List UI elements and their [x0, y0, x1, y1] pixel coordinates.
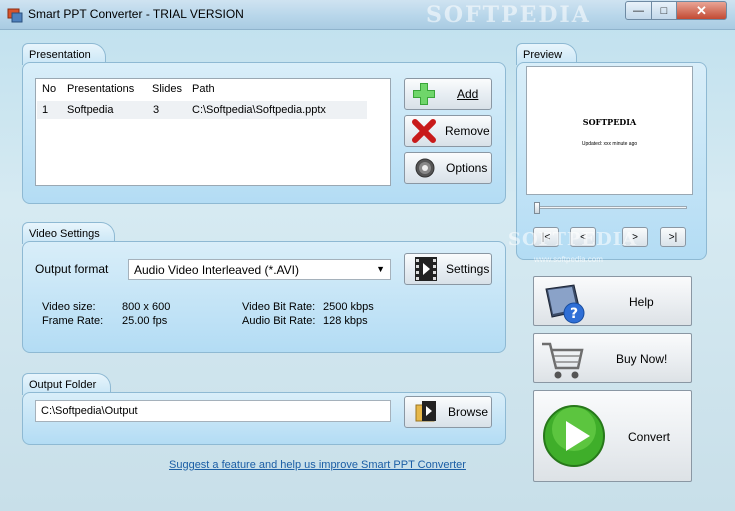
preview-watermark: SOFTPEDIA	[508, 229, 638, 250]
presentation-list[interactable]: No Presentations Slides Path 1 Softpedia…	[35, 78, 391, 186]
row-name: Softpedia	[67, 104, 114, 116]
convert-button[interactable]: Convert	[533, 390, 692, 482]
plus-icon	[413, 83, 435, 105]
options-button[interactable]: Options	[404, 152, 492, 184]
column-slides[interactable]: Slides	[152, 83, 182, 95]
browse-label: Browse	[448, 405, 489, 419]
output-format-label: Output format	[35, 262, 109, 276]
row-slides: 3	[153, 104, 160, 116]
video-size-label: Video size:	[42, 301, 96, 313]
preview-slide-title: SOFTPEDIA	[582, 117, 637, 127]
video-size-value: 800 x 600	[122, 301, 171, 313]
preview-slider-thumb[interactable]	[534, 202, 540, 214]
play-icon	[543, 405, 605, 467]
shopping-cart-icon	[542, 342, 584, 379]
output-folder-input[interactable]: C:\Softpedia\Output	[35, 400, 391, 422]
close-button[interactable]: ✕	[676, 1, 727, 20]
buy-now-label: Buy Now!	[616, 352, 668, 366]
title-watermark: SOFTPEDIA	[426, 2, 591, 28]
frame-rate-label: Frame Rate:	[42, 315, 104, 327]
maximize-button[interactable]: □	[651, 1, 677, 20]
window-title: Smart PPT Converter - TRIAL VERSION	[28, 7, 244, 21]
frame-rate-value: 25.00 fps	[122, 315, 168, 327]
help-button[interactable]: ? Help	[533, 276, 692, 326]
preview-slider[interactable]	[534, 206, 687, 209]
list-header: No Presentations Slides Path	[36, 79, 390, 99]
column-path[interactable]: Path	[192, 83, 215, 95]
add-label: Add	[457, 87, 479, 101]
suggest-feature-link[interactable]: Suggest a feature and help us improve Sm…	[169, 459, 466, 471]
help-book-icon: ?	[545, 284, 585, 324]
minimize-button[interactable]: —	[625, 1, 652, 20]
options-label: Options	[446, 161, 488, 175]
table-row[interactable]: 1 Softpedia 3 C:\Softpedia\Softpedia.ppt…	[37, 101, 367, 119]
svg-text:?: ?	[570, 306, 578, 322]
settings-button[interactable]: Settings	[404, 253, 492, 285]
output-folder-path: C:\Softpedia\Output	[41, 405, 138, 417]
folder-film-icon	[415, 401, 436, 422]
browse-button[interactable]: Browse	[404, 396, 492, 428]
audio-bitrate-value: 128 kbps	[323, 315, 368, 327]
column-presentations[interactable]: Presentations	[67, 83, 134, 95]
video-bitrate-value: 2500 kbps	[323, 301, 374, 313]
preview-watermark-url: www.softpedia.com	[534, 255, 603, 264]
slide-preview: SOFTPEDIA Updated: xxx minute ago	[526, 66, 693, 195]
gear-icon	[415, 158, 435, 178]
add-button[interactable]: Add	[404, 78, 492, 110]
dropdown-arrow-icon: ▼	[376, 264, 385, 274]
app-icon	[7, 8, 23, 23]
last-slide-button[interactable]: >|	[660, 227, 686, 247]
audio-bitrate-label: Audio Bit Rate:	[242, 315, 316, 327]
remove-label: Remove	[445, 124, 490, 138]
preview-slide-subtitle: Updated: xxx minute ago	[581, 141, 638, 147]
output-format-select[interactable]: Audio Video Interleaved (*.AVI) ▼	[128, 259, 391, 280]
video-bitrate-label: Video Bit Rate:	[242, 301, 316, 313]
buy-now-button[interactable]: Buy Now!	[533, 333, 692, 383]
row-path: C:\Softpedia\Softpedia.pptx	[192, 104, 326, 116]
film-icon	[415, 257, 437, 281]
row-no: 1	[42, 104, 49, 116]
column-no[interactable]: No	[42, 83, 56, 95]
output-format-value: Audio Video Interleaved (*.AVI)	[134, 263, 299, 277]
settings-label: Settings	[446, 262, 490, 276]
remove-x-icon	[412, 119, 436, 143]
remove-button[interactable]: Remove	[404, 115, 492, 147]
help-label: Help	[629, 295, 654, 309]
convert-label: Convert	[628, 430, 671, 444]
